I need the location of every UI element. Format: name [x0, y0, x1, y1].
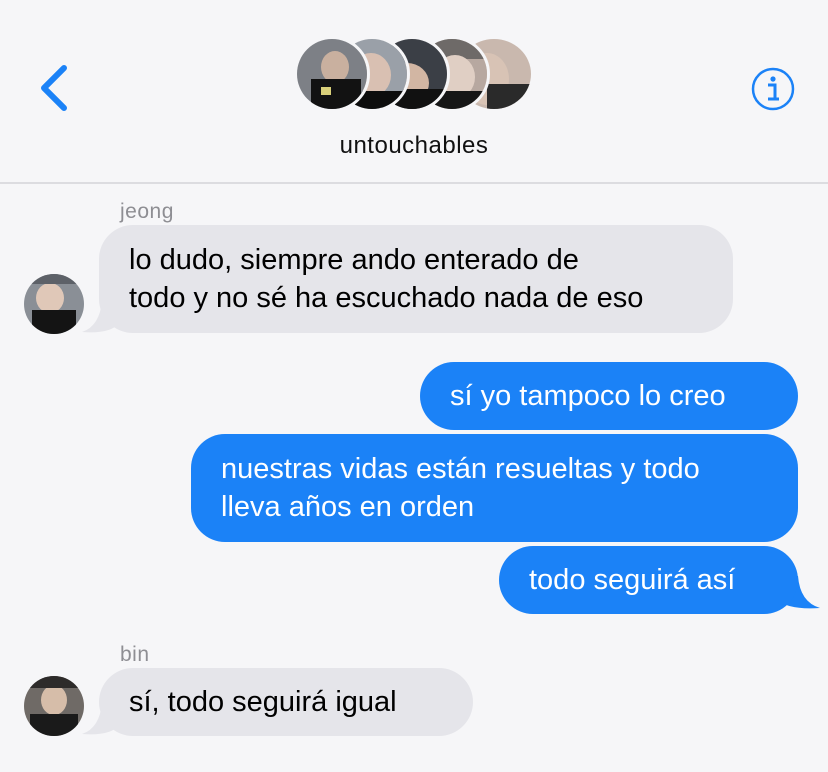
group-avatars[interactable] — [294, 36, 534, 116]
info-button[interactable] — [750, 66, 796, 112]
group-name[interactable]: untouchables — [0, 132, 828, 160]
back-button[interactable] — [34, 64, 74, 112]
message-bubble-outgoing[interactable]: todo seguirá así — [499, 546, 798, 614]
sender-name: jeong — [120, 200, 174, 223]
sender-avatar[interactable] — [24, 676, 84, 736]
message-bubble-incoming[interactable]: lo dudo, siempre ando enterado de todo y… — [99, 225, 733, 333]
info-circle-icon — [751, 67, 795, 111]
sender-avatar[interactable] — [24, 274, 84, 334]
sender-name: bin — [120, 643, 150, 666]
message-bubble-outgoing[interactable]: nuestras vidas están resueltas y todo ll… — [191, 434, 798, 542]
conversation-header: untouchables — [0, 0, 828, 184]
message-bubble-incoming[interactable]: sí, todo seguirá igual — [99, 668, 473, 736]
member-avatar — [294, 36, 370, 112]
message-bubble-outgoing[interactable]: sí yo tampoco lo creo — [420, 362, 798, 430]
chevron-left-icon — [41, 65, 67, 111]
